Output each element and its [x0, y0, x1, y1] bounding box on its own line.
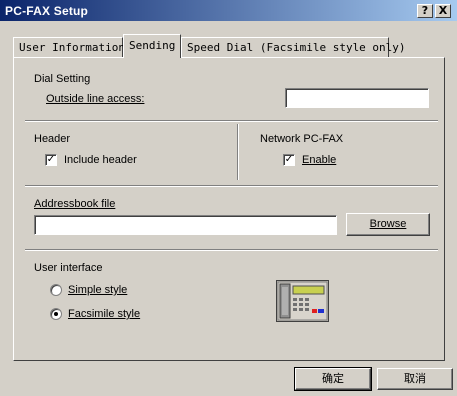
ok-button[interactable]: 确定	[294, 367, 372, 391]
browse-button-label: Browse	[369, 218, 407, 230]
outside-line-field[interactable]	[285, 88, 429, 108]
enable-label: Enable	[302, 154, 337, 166]
network-pcfax-heading: Network PC-FAX	[260, 133, 344, 145]
include-header-label: Include header	[64, 154, 137, 166]
tab-speed-dial[interactable]: Speed Dial (Facsimile style only)	[181, 37, 406, 57]
divider	[25, 249, 438, 251]
close-button[interactable]: X	[435, 4, 451, 18]
help-button[interactable]: ?	[417, 4, 433, 18]
title-bar: PC-FAX Setup ? X	[0, 0, 457, 21]
addressbook-label: Addressbook file	[34, 198, 116, 210]
group-separator	[237, 124, 239, 180]
divider	[25, 120, 438, 122]
facsimile-style-radio[interactable]	[50, 308, 62, 320]
simple-style-label: Simple style	[68, 284, 128, 296]
facsimile-style-label: Facsimile style	[68, 308, 141, 320]
enable-network-checkbox[interactable]: ✓	[283, 154, 295, 166]
dial-setting-heading: Dial Setting	[34, 73, 91, 85]
header-heading: Header	[34, 133, 71, 145]
include-header-checkbox[interactable]: ✓	[45, 154, 57, 166]
simple-style-radio[interactable]	[50, 284, 62, 296]
fax-machine-icon	[276, 280, 329, 322]
divider	[25, 185, 438, 187]
browse-button[interactable]: Browse	[346, 213, 430, 236]
addressbook-field[interactable]	[34, 215, 337, 235]
window-title: PC-FAX Setup	[5, 4, 89, 18]
tab-user-information[interactable]: User Information	[13, 37, 125, 57]
user-interface-heading: User interface	[34, 262, 103, 274]
cancel-button[interactable]: 取消	[377, 368, 453, 390]
tab-sending[interactable]: Sending	[123, 34, 181, 58]
outside-line-label: Outside line access:	[46, 93, 145, 105]
